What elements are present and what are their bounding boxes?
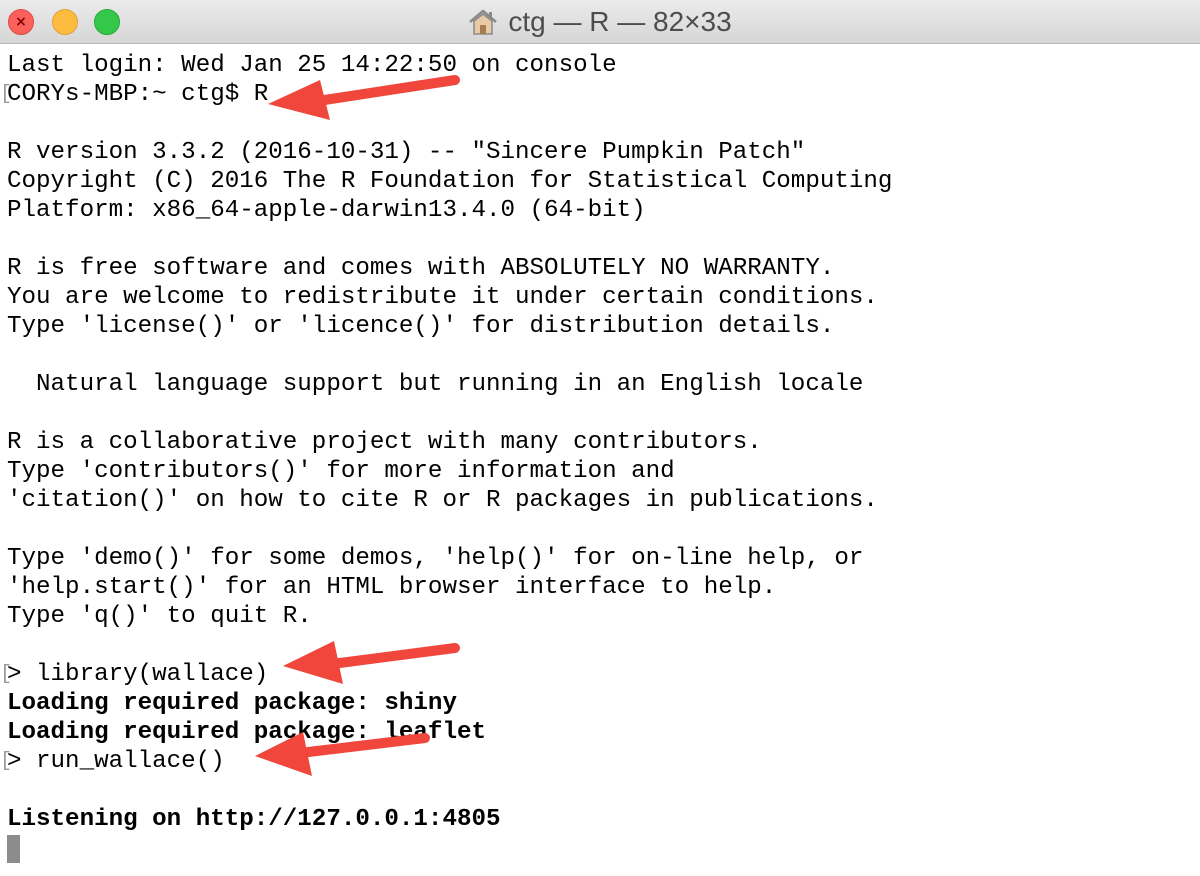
terminal-line: > library(wallace) xyxy=(7,661,269,688)
terminal-line: CORYs-MBP:~ ctg$ R xyxy=(7,81,269,108)
terminal-line: Type 'q()' to quit R. xyxy=(7,603,312,630)
terminal-line: Copyright (C) 2016 The R Foundation for … xyxy=(7,168,893,195)
terminal-line: R version 3.3.2 (2016-10-31) -- "Sincere… xyxy=(7,139,806,166)
terminal-line: > run_wallace() xyxy=(7,748,225,775)
terminal-line: 'citation()' on how to cite R or R packa… xyxy=(7,487,878,514)
terminal-line: Natural language support but running in … xyxy=(7,371,864,398)
window-title: ctg — R — 82×33 xyxy=(508,6,732,37)
terminal-window: × ctg — R — 82×33 Last login: Wed Jan 25… xyxy=(0,0,1200,876)
prompt-mark: [ xyxy=(0,750,13,773)
terminal-line: Loading required package: shiny xyxy=(7,690,457,717)
terminal-line: You are welcome to redistribute it under… xyxy=(7,284,878,311)
terminal-line: Loading required package: leaflet xyxy=(7,719,486,746)
terminal-line: Type 'license()' or 'licence()' for dist… xyxy=(7,313,835,340)
text-cursor xyxy=(7,835,20,863)
prompt-mark: [ xyxy=(0,663,13,686)
terminal-content[interactable]: Last login: Wed Jan 25 14:22:50 on conso… xyxy=(0,44,1200,876)
title-bar: × ctg — R — 82×33 xyxy=(0,0,1200,44)
window-title-area: ctg — R — 82×33 xyxy=(0,0,1200,44)
terminal-line: Last login: Wed Jan 25 14:22:50 on conso… xyxy=(7,52,617,79)
home-icon xyxy=(469,9,498,35)
terminal-line: 'help.start()' for an HTML browser inter… xyxy=(7,574,777,601)
prompt-mark: [ xyxy=(0,83,13,106)
terminal-line: Listening on http://127.0.0.1:4805 xyxy=(7,806,501,833)
terminal-line: Platform: x86_64-apple-darwin13.4.0 (64-… xyxy=(7,197,646,224)
terminal-line: Type 'demo()' for some demos, 'help()' f… xyxy=(7,545,864,572)
terminal-line: R is a collaborative project with many c… xyxy=(7,429,762,456)
terminal-line: Type 'contributors()' for more informati… xyxy=(7,458,675,485)
terminal-line: R is free software and comes with ABSOLU… xyxy=(7,255,835,282)
